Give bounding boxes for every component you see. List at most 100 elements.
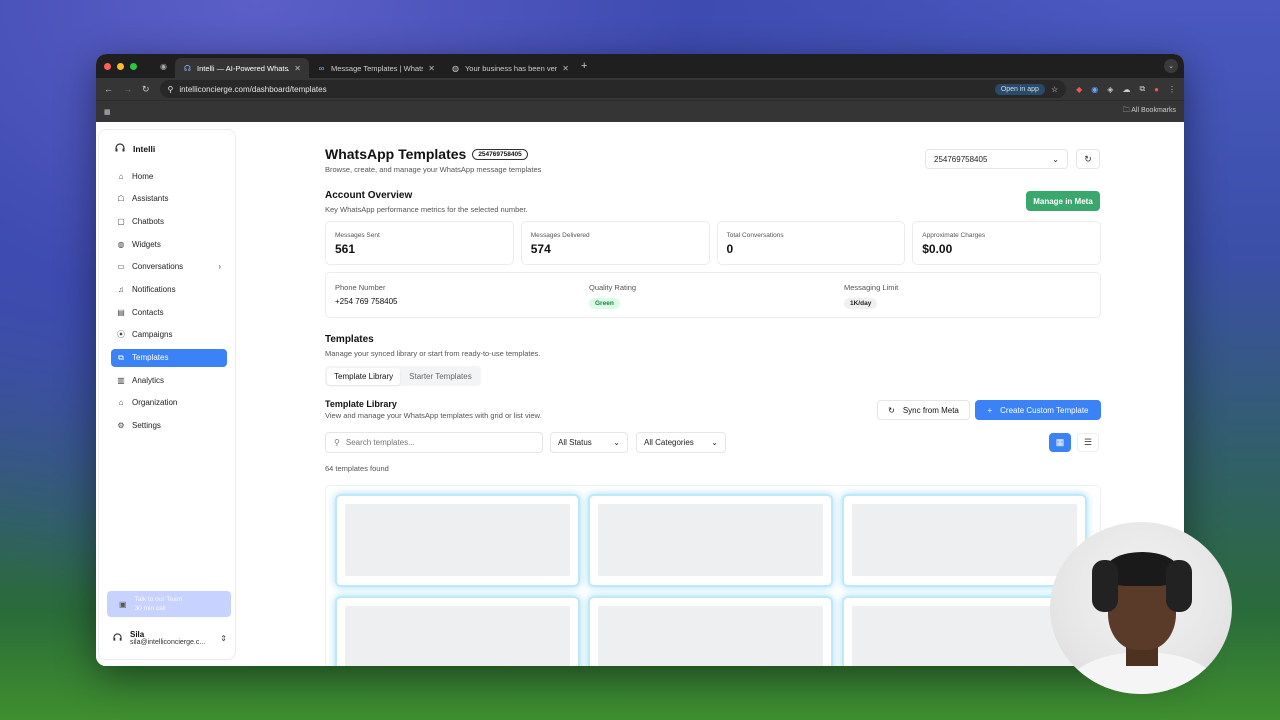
stats-row: Messages Sent 561 Messages Delivered 574 T…: [325, 221, 1101, 265]
forward-icon[interactable]: →: [123, 84, 132, 94]
sidebar-item-assistants[interactable]: ☖ Assistants: [111, 190, 227, 208]
apps-grid-icon[interactable]: ▦: [104, 108, 111, 116]
sidebar: Intelli ⌂ Home ☖ Assistants ▢ Chatbots ◍ Wid…: [98, 129, 236, 660]
sidebar-item-organization[interactable]: ⌂ Organization: [111, 394, 227, 412]
extension-icon[interactable]: ◈: [1107, 85, 1113, 94]
sync-from-meta-button[interactable]: ↻ Sync from Meta: [877, 400, 970, 420]
calendar-icon: ▣: [119, 599, 127, 609]
all-bookmarks[interactable]: 🗀 All Bookmarks: [1123, 106, 1176, 117]
sidebar-item-notifications[interactable]: ♫ Notifications: [111, 280, 227, 298]
stat-card-sent: Messages Sent 561: [325, 221, 514, 265]
sidebar-item-chatbots[interactable]: ▢ Chatbots: [111, 212, 227, 230]
number-select[interactable]: 254769758405 ⌄: [925, 149, 1068, 169]
list-icon: ☰: [1083, 437, 1093, 447]
browser-tab-intelli[interactable]: ☊ Intelli — AI-Powered WhatsA ✕: [174, 58, 309, 78]
talk-to-team-button[interactable]: ▣ Talk to our Team 30 min call: [107, 591, 231, 617]
close-tab-icon[interactable]: ✕: [562, 64, 569, 73]
status-filter[interactable]: All Status ⌄: [550, 432, 628, 453]
sidebar-item-contacts[interactable]: ▤ Contacts: [111, 303, 227, 321]
brand[interactable]: Intelli: [99, 130, 235, 155]
reload-icon[interactable]: ↻: [142, 84, 150, 95]
close-tab-icon[interactable]: ✕: [294, 64, 301, 73]
maximize-window-button[interactable]: [130, 62, 137, 70]
tab-bar: ◉ ☊ Intelli — AI-Powered WhatsA ✕ ∞ Mess…: [96, 54, 1184, 78]
template-card-skeleton[interactable]: [588, 494, 833, 587]
menu-dots-icon[interactable]: ⋮: [1168, 85, 1176, 94]
search-icon: ⚲: [334, 438, 340, 447]
list-view-button[interactable]: ☰: [1077, 433, 1099, 452]
overview-subtitle: Key WhatsApp performance metrics for the…: [325, 205, 528, 214]
globe-icon: ◍: [451, 63, 459, 73]
library-title: Template Library: [325, 399, 397, 409]
bar-chart-icon: ▥: [117, 375, 125, 385]
refresh-button[interactable]: ↻: [1076, 149, 1100, 169]
limit-badge: 1K/day: [844, 298, 878, 309]
templates-count: 64 templates found: [325, 464, 389, 473]
building-icon: ⌂: [118, 398, 124, 408]
number-badge: 254769758405: [472, 148, 528, 160]
back-icon[interactable]: ←: [104, 84, 113, 94]
contacts-icon: ▤: [117, 307, 125, 317]
page-title: WhatsApp Templates: [325, 146, 467, 162]
create-custom-template-button[interactable]: + Create Custom Template: [975, 400, 1101, 420]
extension-icon[interactable]: ☁: [1122, 85, 1130, 94]
search-input[interactable]: [345, 438, 526, 447]
home-icon: ⌂: [118, 171, 124, 181]
app-content: Intelli ⌂ Home ☖ Assistants ▢ Chatbots ◍ Wid…: [96, 123, 1184, 666]
close-tab-icon[interactable]: ✕: [428, 64, 435, 73]
gear-icon: ⚙: [117, 421, 125, 431]
tab-search-icon[interactable]: ◉: [160, 62, 167, 71]
grid-view-button[interactable]: ▦: [1049, 433, 1071, 452]
sidebar-item-home[interactable]: ⌂ Home: [111, 167, 227, 185]
url-field[interactable]: ⚲ intelliconcierge.com/dashboard/templat…: [159, 80, 1067, 98]
extension-icon[interactable]: ◆: [1076, 85, 1082, 94]
browser-tab-verified[interactable]: ◍ Your business has been verif ✕: [443, 58, 577, 78]
sidebar-item-campaigns[interactable]: ⦿ Campaigns: [111, 326, 227, 344]
bot-icon: ▢: [117, 216, 125, 226]
user-menu[interactable]: Sila sila@intelliconcierge.c... ⇕: [113, 629, 227, 647]
extension-icon[interactable]: ◉: [1091, 85, 1098, 94]
sidebar-item-settings[interactable]: ⚙ Settings: [111, 417, 227, 435]
headset-icon: ☊: [183, 63, 192, 73]
template-search[interactable]: ⚲: [325, 432, 543, 453]
grid-icon: ▦: [1055, 437, 1065, 447]
template-card-skeleton[interactable]: [842, 494, 1087, 587]
puzzle-icon[interactable]: ⧉: [1139, 84, 1145, 94]
new-tab-button[interactable]: +: [581, 60, 587, 72]
bookmark-star-icon[interactable]: ☆: [1051, 85, 1058, 94]
tab-list-icon[interactable]: ⌄: [1164, 59, 1178, 73]
minimize-window-button[interactable]: [117, 62, 124, 70]
tab-template-library[interactable]: Template Library: [327, 367, 401, 385]
headset-avatar-icon: [113, 629, 122, 647]
sidebar-item-conversations[interactable]: ▭ Conversations ›: [111, 258, 227, 276]
stat-card-conversations: Total Conversations 0: [716, 221, 906, 265]
stat-card-charges: Approximate Charges $0.00: [912, 221, 1101, 265]
limit-info: Messaging Limit 1K/day: [844, 283, 899, 309]
templates-tabs: Template Library Starter Templates: [325, 366, 481, 386]
browser-tab-meta[interactable]: ∞ Message Templates | WhatsA ✕: [309, 58, 443, 78]
quality-info: Quality Rating Green: [589, 283, 637, 309]
template-card-skeleton[interactable]: [588, 596, 833, 666]
browser-window: ◉ ☊ Intelli — AI-Powered WhatsA ✕ ∞ Mess…: [96, 54, 1184, 666]
manage-in-meta-button[interactable]: Manage in Meta: [1026, 191, 1100, 211]
address-bar-row: ← → ↻ ⚲ intelliconcierge.com/dashboard/t…: [96, 78, 1184, 100]
bell-icon: ♫: [118, 284, 124, 294]
template-card-skeleton[interactable]: [335, 596, 580, 666]
site-settings-icon[interactable]: ⚲: [168, 85, 174, 94]
templates-subtitle: Manage your synced library or start from…: [325, 349, 541, 358]
template-card-skeleton[interactable]: [335, 494, 580, 587]
sidebar-item-widgets[interactable]: ◍ Widgets: [111, 235, 227, 253]
template-icon: ⧉: [118, 352, 124, 362]
extensions-area: ◆ ◉ ◈ ☁ ⧉ ● ⋮: [1076, 84, 1176, 94]
open-in-app-button[interactable]: Open in app: [994, 83, 1045, 95]
sidebar-item-templates[interactable]: ⧉ Templates: [111, 348, 227, 367]
profile-icon[interactable]: ●: [1154, 85, 1159, 94]
tab-starter-templates[interactable]: Starter Templates: [402, 368, 479, 385]
templates-title: Templates: [325, 334, 374, 345]
bookmarks-bar: ▦ 🗀 All Bookmarks: [96, 100, 1184, 122]
plus-icon: +: [987, 405, 993, 415]
close-window-button[interactable]: [104, 62, 111, 70]
page-subtitle: Browse, create, and manage your WhatsApp…: [325, 165, 542, 174]
sidebar-item-analytics[interactable]: ▥ Analytics: [111, 371, 227, 389]
category-filter[interactable]: All Categories ⌄: [636, 432, 726, 453]
